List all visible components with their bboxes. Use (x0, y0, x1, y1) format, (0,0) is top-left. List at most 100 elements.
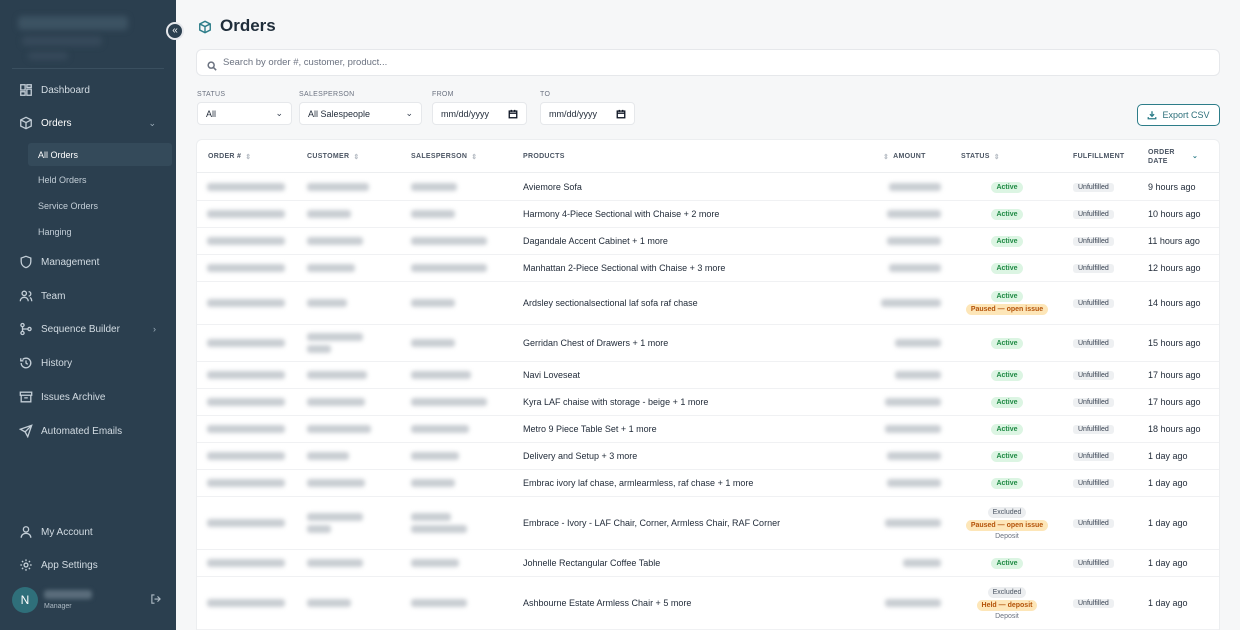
dashboard-icon (19, 83, 33, 97)
salesperson-redacted (411, 497, 467, 549)
order-number-redacted[interactable] (207, 255, 285, 281)
sidebar-subitem-service-orders[interactable]: Service Orders (28, 194, 172, 217)
collapse-sidebar-button[interactable]: « (166, 22, 184, 40)
products-cell: Metro 9 Piece Table Set + 1 more (523, 424, 657, 434)
table-row[interactable]: Kyra LAF chaise with storage - beige + 1… (197, 389, 1219, 416)
order-number-redacted[interactable] (207, 416, 285, 442)
sidebar-item-sequence-builder[interactable]: Sequence Builder › (0, 314, 176, 344)
sidebar-item-orders[interactable]: Orders ⌄ (0, 108, 176, 138)
status-filter-label: STATUS (197, 91, 226, 98)
products-cell: Gerridan Chest of Drawers + 1 more (523, 338, 669, 348)
table-row[interactable]: Gerridan Chest of Drawers + 1 more Active… (197, 325, 1219, 362)
status-filter-value: All (206, 108, 217, 119)
order-number-redacted[interactable] (207, 174, 285, 200)
fulfillment-cell: Unfulfilled (1073, 325, 1114, 361)
shield-icon (19, 255, 33, 269)
box-icon (19, 116, 33, 130)
fulfillment-cell: Unfulfilled (1073, 416, 1114, 442)
column-header-salesperson[interactable]: SALESPERSON ⇕ (411, 140, 477, 173)
table-row[interactable]: Ashbourne Estate Armless Chair + 5 more E… (197, 577, 1219, 630)
salesperson-redacted (411, 550, 459, 576)
calendar-icon[interactable] (616, 109, 626, 119)
sidebar-item-my-account[interactable]: My Account (0, 517, 176, 547)
fulfillment-badge: Unfulfilled (1073, 451, 1114, 461)
table-row[interactable]: Aviemore Sofa Active Unfulfilled 9 hours ag… (197, 174, 1219, 201)
products-cell: Delivery and Setup + 3 more (523, 451, 638, 461)
from-date-input[interactable]: mm/dd/yyyy (432, 102, 527, 125)
customer-redacted (307, 470, 365, 496)
table-row[interactable]: Embrac ivory laf chase, armlearmless, ra… (197, 470, 1219, 497)
table-row[interactable]: Embrace - Ivory - LAF Chair, Corner, Arm… (197, 497, 1219, 550)
sidebar-item-issues-archive[interactable]: Issues Archive (0, 382, 176, 412)
order-number-redacted[interactable] (207, 282, 285, 324)
sidebar-item-management[interactable]: Management (0, 247, 176, 277)
status-cell: Active (957, 201, 1057, 227)
sort-icon: ⇕ (471, 153, 478, 161)
column-header-amount[interactable]: ⇕ AMOUNT (883, 140, 926, 173)
amount-redacted (887, 228, 941, 254)
sidebar-subitem-held-orders[interactable]: Held Orders (28, 168, 172, 191)
fulfillment-cell: Unfulfilled (1073, 497, 1114, 549)
user-name-redacted (44, 590, 92, 599)
column-header-customer[interactable]: CUSTOMER ⇕ (307, 140, 360, 173)
status-badge: Active (991, 262, 1023, 274)
order-number-redacted[interactable] (207, 443, 285, 469)
column-header-status[interactable]: STATUS ⇕ (961, 140, 1000, 173)
logout-icon[interactable] (150, 592, 162, 604)
products-cell: Johnelle Rectangular Coffee Table (523, 558, 661, 568)
order-number-redacted[interactable] (207, 228, 285, 254)
fulfillment-badge: Unfulfilled (1073, 370, 1114, 380)
sidebar-item-app-settings[interactable]: App Settings (0, 550, 176, 580)
sidebar-subitem-hanging[interactable]: Hanging (28, 220, 172, 243)
sidebar-item-dashboard[interactable]: Dashboard (0, 75, 176, 105)
table-row[interactable]: Ardsley sectionalsectional laf sofa raf … (197, 282, 1219, 325)
table-row[interactable]: Delivery and Setup + 3 more Active Unfulfi… (197, 443, 1219, 470)
sidebar-item-label: Management (41, 256, 100, 268)
download-icon (1147, 110, 1157, 120)
status-subtext: Deposit (995, 532, 1019, 540)
status-filter-select[interactable]: All ⌄ (197, 102, 292, 125)
export-csv-button[interactable]: Export CSV (1137, 104, 1220, 126)
sort-icon: ⇕ (353, 153, 360, 161)
search-input[interactable] (223, 57, 1123, 68)
customer-redacted (307, 577, 351, 629)
order-number-redacted[interactable] (207, 325, 285, 361)
sort-icon: ⇕ (993, 153, 1000, 161)
sidebar-item-label: Dashboard (41, 84, 90, 96)
amount-redacted (887, 470, 941, 496)
order-number-redacted[interactable] (207, 550, 285, 576)
table-header: ORDER # ⇕ CUSTOMER ⇕ SALESPERSON ⇕ PRODUCTS… (197, 140, 1219, 173)
user-profile[interactable]: N Manager (12, 586, 164, 614)
order-number-redacted[interactable] (207, 577, 285, 629)
order-number-redacted[interactable] (207, 201, 285, 227)
column-header-order[interactable]: ORDER # ⇕ (208, 140, 251, 173)
sidebar-subitem-all-orders[interactable]: All Orders (28, 143, 172, 166)
order-number-redacted[interactable] (207, 497, 285, 549)
status-badge: Held — deposit (976, 599, 1038, 611)
table-row[interactable]: Metro 9 Piece Table Set + 1 more Active Un… (197, 416, 1219, 443)
table-row[interactable]: Navi Loveseat Active Unfulfilled 17 hours a… (197, 362, 1219, 389)
fulfillment-cell: Unfulfilled (1073, 389, 1114, 415)
to-date-input[interactable]: mm/dd/yyyy (540, 102, 635, 125)
status-cell: Active (957, 362, 1057, 388)
salesperson-filter-select[interactable]: All Salespeople ⌄ (299, 102, 422, 125)
column-header-date[interactable]: ORDER DATE ⌄ (1148, 140, 1210, 173)
order-number-redacted[interactable] (207, 362, 285, 388)
table-row[interactable]: Johnelle Rectangular Coffee Table Active U… (197, 550, 1219, 577)
search-bar[interactable] (196, 49, 1220, 76)
table-row[interactable]: Manhattan 2-Piece Sectional with Chaise … (197, 255, 1219, 282)
order-date-cell: 15 hours ago (1148, 338, 1201, 348)
table-row[interactable]: Dagandale Accent Cabinet + 1 more Active U… (197, 228, 1219, 255)
order-number-redacted[interactable] (207, 470, 285, 496)
order-number-redacted[interactable] (207, 389, 285, 415)
status-cell: Excluded Paused — open issue Deposit (957, 497, 1057, 549)
sidebar-item-team[interactable]: Team (0, 281, 176, 311)
sidebar-item-automated-emails[interactable]: Automated Emails (0, 416, 176, 446)
page-title: Orders (198, 16, 276, 36)
products-cell: Ashbourne Estate Armless Chair + 5 more (523, 598, 692, 608)
sidebar-item-history[interactable]: History (0, 348, 176, 378)
salesperson-redacted (411, 389, 487, 415)
amount-redacted (885, 416, 941, 442)
calendar-icon[interactable] (508, 109, 518, 119)
table-row[interactable]: Harmony 4-Piece Sectional with Chaise + … (197, 201, 1219, 228)
